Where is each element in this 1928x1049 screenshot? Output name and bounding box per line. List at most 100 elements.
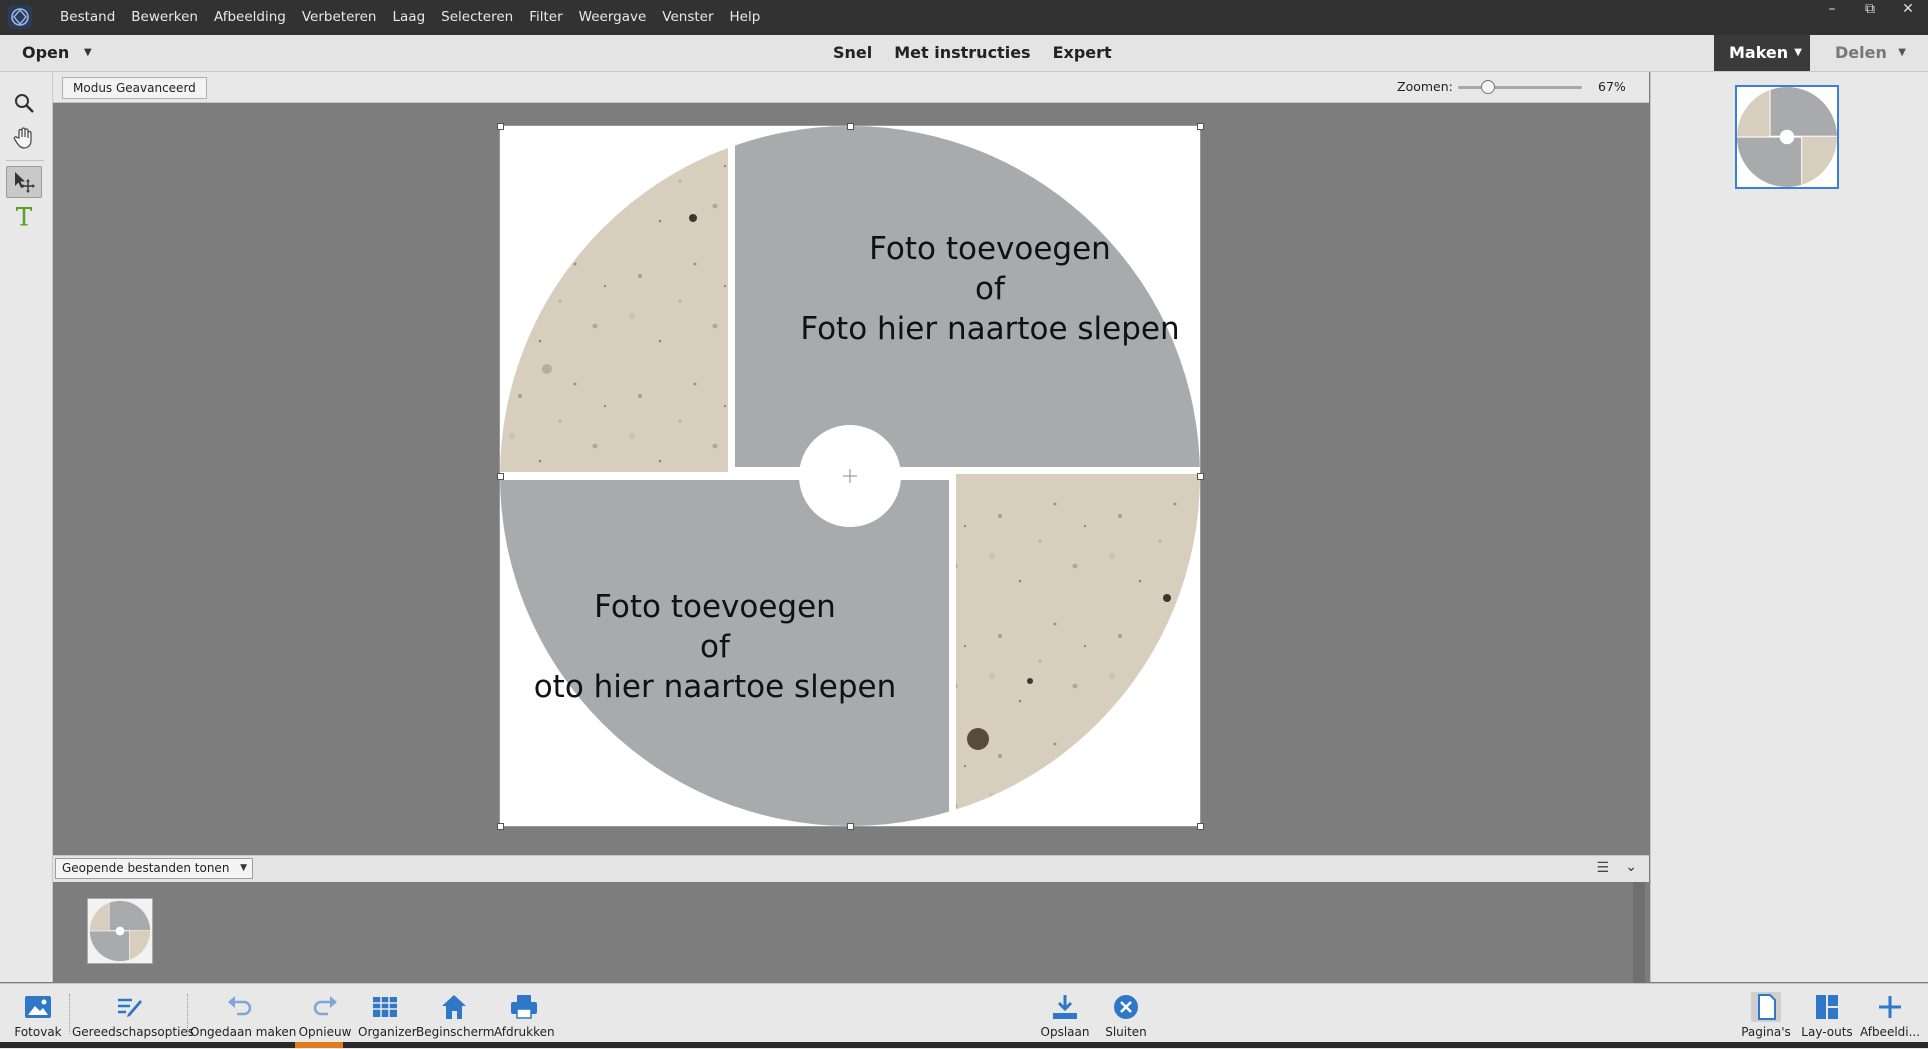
undo-label: Ongedaan maken	[190, 1025, 297, 1039]
close-icon[interactable]: ✕	[1900, 0, 1916, 20]
tool-panel	[0, 72, 53, 982]
restore-icon[interactable]: ⧉	[1862, 0, 1878, 20]
menu-help[interactable]: Help	[722, 0, 769, 35]
transform-handle[interactable]	[497, 823, 504, 830]
tool-options-button[interactable]: Gereedschapsopties	[72, 984, 194, 1042]
taskbar-strip	[0, 1042, 1928, 1048]
organizer-label: Organizer	[358, 1025, 417, 1039]
layouts-button[interactable]: Lay-outs	[1800, 984, 1854, 1042]
bottom-separator	[69, 994, 71, 1034]
menu-laag[interactable]: Laag	[385, 0, 434, 35]
placeholder-line: Foto toevoegen	[594, 589, 836, 625]
delen-button[interactable]: Delen ▼	[1820, 35, 1920, 71]
bottom-bar: Fotovak Gereedschapsopties Ongedaan make…	[0, 983, 1928, 1049]
maken-button[interactable]: Maken ▼	[1714, 35, 1810, 71]
redo-button[interactable]: Opnieuw	[294, 984, 356, 1042]
tab-expert[interactable]: Expert	[1053, 35, 1112, 71]
home-screen-label: Beginscherm	[416, 1025, 495, 1039]
placeholder-line: of	[700, 629, 730, 665]
open-dropdown-icon[interactable]: ▼	[84, 35, 92, 71]
print-icon	[509, 992, 539, 1022]
placeholder-text-bottom: Foto toevoegen of oto hier naartoe slepe…	[500, 587, 930, 707]
home-screen-button[interactable]: Beginscherm	[416, 984, 495, 1042]
zoom-slider-thumb[interactable]	[1480, 80, 1495, 94]
mode-badge: Modus Geavanceerd	[62, 77, 207, 99]
minimize-icon[interactable]: –	[1824, 0, 1840, 20]
photo-bin-icon	[23, 992, 53, 1022]
window-controls: – ⧉ ✕	[1824, 0, 1916, 20]
hand-tool[interactable]	[6, 122, 42, 154]
page-thumbnail-preview	[1737, 87, 1837, 187]
tool-separator	[6, 160, 44, 161]
placeholder-line: Foto toevoegen	[869, 231, 1111, 267]
stone-spot	[689, 214, 697, 222]
menu-items: Bestand Bewerken Afbeelding Verbeteren L…	[52, 0, 768, 35]
print-button[interactable]: Afdrukken	[494, 984, 555, 1042]
add-image-button[interactable]: Afbeeldi...	[1858, 984, 1922, 1042]
stone-spot	[1027, 678, 1033, 684]
dropdown-label: Geopende bestanden tonen	[62, 861, 230, 875]
photo-bin-scrollbar[interactable]	[1633, 882, 1645, 983]
open-files-dropdown[interactable]: Geopende bestanden tonen ▼	[55, 858, 253, 879]
zoom-slider-track[interactable]	[1458, 86, 1582, 89]
hand-icon	[13, 127, 32, 149]
transform-handle[interactable]	[497, 473, 504, 480]
open-button[interactable]: Open	[22, 35, 69, 71]
pages-button[interactable]: Pagina's	[1740, 984, 1792, 1042]
menu-weergave[interactable]: Weergave	[571, 0, 655, 35]
pages-panel	[1650, 72, 1928, 982]
page-thumbnail[interactable]	[1735, 85, 1839, 189]
transform-handle[interactable]	[847, 123, 854, 130]
mode-bar: Open ▼ Snel Met instructies Expert Maken…	[0, 35, 1928, 72]
transform-handle[interactable]	[497, 123, 504, 130]
list-options-icon[interactable]: ☰	[1596, 860, 1609, 876]
home-icon	[439, 992, 469, 1022]
text-tool[interactable]	[6, 200, 42, 232]
stone-spot	[1163, 594, 1171, 602]
add-image-icon	[1875, 992, 1905, 1022]
zoom-value: 67%	[1598, 79, 1626, 94]
stone-spot	[967, 728, 989, 750]
canvas-area: Foto toevoegen of Foto hier naartoe slep…	[53, 103, 1649, 855]
options-bar: Modus Geavanceerd Zoomen: 67%	[53, 72, 1649, 103]
open-file-thumbnail[interactable]	[87, 898, 153, 964]
pages-icon	[1751, 992, 1781, 1022]
move-tool[interactable]	[6, 166, 42, 198]
file-thumbnail-preview	[88, 899, 152, 963]
zoom-label: Zoomen:	[1397, 79, 1453, 94]
redo-label: Opnieuw	[298, 1025, 352, 1039]
organizer-icon	[370, 992, 400, 1022]
menu-selecteren[interactable]: Selecteren	[433, 0, 521, 35]
stone-spot	[542, 364, 552, 374]
collapse-chevron-icon[interactable]: ⌄	[1625, 859, 1637, 875]
layouts-icon	[1812, 992, 1842, 1022]
menu-venster[interactable]: Venster	[654, 0, 721, 35]
photo-bin-label: Fotovak	[14, 1025, 62, 1039]
transform-handle[interactable]	[847, 823, 854, 830]
tool-options-icon	[114, 992, 144, 1022]
transform-handle[interactable]	[1197, 473, 1204, 480]
tab-met-instructies[interactable]: Met instructies	[894, 35, 1030, 71]
mode-tabs: Snel Met instructies Expert	[833, 35, 1112, 71]
chevron-down-icon: ▼	[240, 863, 247, 873]
type-icon	[16, 207, 32, 226]
tab-snel[interactable]: Snel	[833, 35, 872, 71]
menu-verbeteren[interactable]: Verbeteren	[294, 0, 385, 35]
menu-bewerken[interactable]: Bewerken	[123, 0, 206, 35]
menu-filter[interactable]: Filter	[521, 0, 570, 35]
menu-bestand[interactable]: Bestand	[52, 0, 123, 35]
zoom-tool[interactable]	[6, 87, 42, 119]
photo-bin-button[interactable]: Fotovak	[10, 984, 66, 1042]
save-button[interactable]: Opslaan	[1040, 984, 1090, 1042]
close-document-label: Sluiten	[1105, 1025, 1147, 1039]
organizer-button[interactable]: Organizer	[358, 984, 417, 1042]
transform-handle[interactable]	[1197, 823, 1204, 830]
close-circle-icon	[1111, 992, 1141, 1022]
undo-icon	[225, 992, 255, 1022]
document-canvas[interactable]: Foto toevoegen of Foto hier naartoe slep…	[497, 123, 1204, 830]
save-label: Opslaan	[1040, 1025, 1090, 1039]
transform-handle[interactable]	[1197, 123, 1204, 130]
menu-afbeelding[interactable]: Afbeelding	[206, 0, 294, 35]
close-document-button[interactable]: Sluiten	[1102, 984, 1150, 1042]
undo-button[interactable]: Ongedaan maken	[190, 984, 297, 1042]
